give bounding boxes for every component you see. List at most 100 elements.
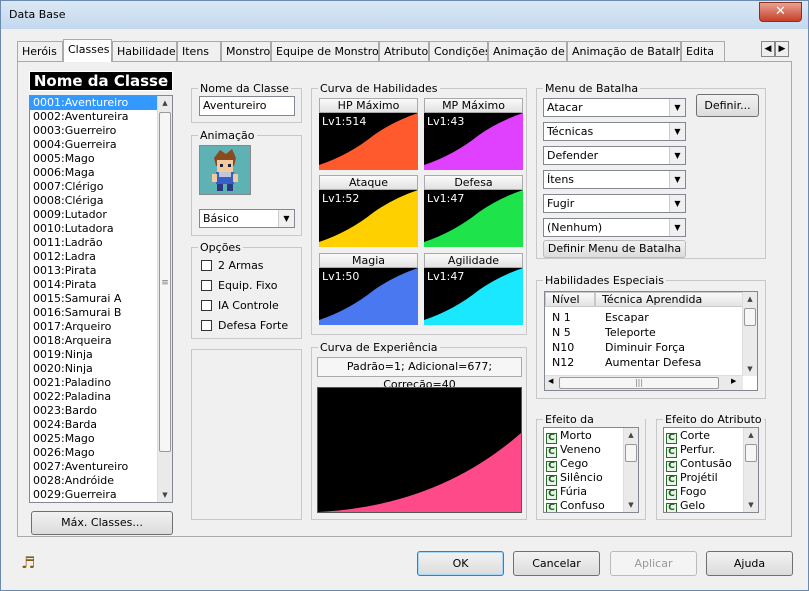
- option-checkbox-0[interactable]: 2 Armas: [201, 259, 264, 273]
- class-list-item[interactable]: 0021:Paladino: [30, 376, 172, 390]
- checkbox-box[interactable]: [201, 260, 212, 271]
- scroll-thumb[interactable]: [744, 308, 756, 326]
- tab-7[interactable]: Condições: [429, 41, 488, 61]
- chevron-down-icon[interactable]: ▼: [669, 219, 685, 236]
- option-checkbox-1[interactable]: Equip. Fixo: [201, 279, 277, 293]
- option-checkbox-3[interactable]: Defesa Forte: [201, 319, 288, 333]
- skill-curve-1[interactable]: MP Máximo Lv1:43: [424, 98, 523, 170]
- tab-4[interactable]: Monstros: [221, 41, 271, 61]
- skills-hscroll[interactable]: ◀ ||| ▶: [545, 375, 743, 390]
- tab-scroll-left-icon[interactable]: ◀: [761, 41, 775, 57]
- max-classes-button[interactable]: Máx. Classes...: [31, 511, 173, 535]
- exp-curve-graph[interactable]: [317, 387, 522, 513]
- class-list-item[interactable]: 0012:Ladra: [30, 250, 172, 264]
- chevron-down-icon[interactable]: ▼: [669, 147, 685, 164]
- battle-command-select-0[interactable]: Atacar ▼: [543, 98, 686, 117]
- music-icon[interactable]: ♬: [21, 553, 35, 572]
- condition-scrollbar[interactable]: ▲ ▼: [623, 428, 638, 512]
- class-list-item[interactable]: 0015:Samurai A: [30, 292, 172, 306]
- define-button[interactable]: Definir...: [696, 94, 759, 117]
- c-badge-icon[interactable]: C: [546, 503, 557, 512]
- character-sprite[interactable]: [199, 145, 251, 195]
- battle-command-select-4[interactable]: Fugir ▼: [543, 194, 686, 213]
- class-list-item[interactable]: 0007:Clérigo: [30, 180, 172, 194]
- skill-curve-5[interactable]: Agilidade Lv1:47: [424, 253, 523, 325]
- class-list-item[interactable]: 0013:Pirata: [30, 264, 172, 278]
- close-button[interactable]: ✕: [759, 2, 802, 22]
- scroll-thumb[interactable]: ≡: [159, 112, 171, 452]
- tab-6[interactable]: Atributos: [379, 41, 429, 61]
- class-list-item[interactable]: 0003:Guerreiro: [30, 124, 172, 138]
- tab-2[interactable]: Habilidades: [112, 41, 177, 61]
- scroll-up-icon[interactable]: ▲: [159, 96, 171, 110]
- scroll-thumb[interactable]: |||: [559, 377, 719, 389]
- class-list-item[interactable]: 0018:Arqueira: [30, 334, 172, 348]
- attribute-scrollbar[interactable]: ▲ ▼: [743, 428, 758, 512]
- scroll-down-icon[interactable]: ▼: [744, 362, 756, 376]
- battle-command-select-5[interactable]: (Nenhum) ▼: [543, 218, 686, 237]
- checkbox-box[interactable]: [201, 320, 212, 331]
- class-list-item[interactable]: 0009:Lutador: [30, 208, 172, 222]
- table-row[interactable]: N10 Diminuir Força: [545, 340, 743, 355]
- battle-command-select-2[interactable]: Defender ▼: [543, 146, 686, 165]
- class-list-item[interactable]: 0001:Aventureiro: [30, 96, 172, 110]
- cancel-button[interactable]: Cancelar: [513, 551, 600, 576]
- animation-select[interactable]: Básico ▼: [199, 209, 295, 228]
- scroll-right-icon[interactable]: ▶: [731, 377, 736, 385]
- class-list-item[interactable]: 0008:Clériga: [30, 194, 172, 208]
- class-list-item[interactable]: 0029:Guerreira: [30, 488, 172, 502]
- table-row[interactable]: N 1 Escapar: [545, 310, 743, 325]
- class-list-item[interactable]: 0020:Ninja: [30, 362, 172, 376]
- class-list-item[interactable]: 0014:Pirata: [30, 278, 172, 292]
- tab-scroll-right-icon[interactable]: ▶: [775, 41, 789, 57]
- exp-params[interactable]: Padrão=1; Adicional=677; Correção=40: [317, 357, 522, 391]
- class-list-item[interactable]: 0010:Lutadora: [30, 222, 172, 236]
- class-list-item[interactable]: 0006:Maga: [30, 166, 172, 180]
- scroll-down-icon[interactable]: ▼: [745, 498, 757, 512]
- table-row[interactable]: N 5 Teleporte: [545, 325, 743, 340]
- skills-vscroll[interactable]: ▲ ▼: [742, 292, 757, 376]
- class-list-item[interactable]: 0004:Guerreira: [30, 138, 172, 152]
- scroll-thumb[interactable]: [625, 444, 637, 462]
- class-list-item[interactable]: 0026:Mago: [30, 446, 172, 460]
- skill-curve-4[interactable]: Magia Lv1:50: [319, 253, 418, 325]
- scroll-up-icon[interactable]: ▲: [625, 428, 637, 442]
- class-list-item[interactable]: 0025:Mago: [30, 432, 172, 446]
- table-row[interactable]: N12 Aumentar Defesa: [545, 355, 743, 370]
- battle-command-select-1[interactable]: Técnicas ▼: [543, 122, 686, 141]
- chevron-down-icon[interactable]: ▼: [278, 210, 294, 227]
- c-badge-icon[interactable]: C: [666, 503, 677, 512]
- tab-10[interactable]: Edita: [681, 41, 725, 61]
- tab-0[interactable]: Heróis: [17, 41, 63, 61]
- class-list[interactable]: 0001:Aventureiro 0002:Aventureira 0003:Gue…: [29, 95, 173, 503]
- class-list-item[interactable]: 0017:Arqueiro: [30, 320, 172, 334]
- tab-5[interactable]: Equipe de Monstros: [271, 41, 379, 61]
- tab-3[interactable]: Itens: [177, 41, 221, 61]
- skill-curve-0[interactable]: HP Máximo Lv1:514: [319, 98, 418, 170]
- class-name-input[interactable]: Aventureiro: [199, 96, 295, 116]
- checkbox-box[interactable]: [201, 300, 212, 311]
- skill-curve-2[interactable]: Ataque Lv1:52: [319, 175, 418, 247]
- class-list-item[interactable]: 0016:Samurai B: [30, 306, 172, 320]
- attribute-effect-list[interactable]: C Corte C Perfur. C Contusão C Projétil C Fogo C Ge…: [663, 427, 759, 513]
- class-list-item[interactable]: 0002:Aventureira: [30, 110, 172, 124]
- class-list-scrollbar[interactable]: ▲ ≡ ▼: [157, 96, 172, 502]
- scroll-down-icon[interactable]: ▼: [159, 488, 171, 502]
- chevron-down-icon[interactable]: ▼: [669, 123, 685, 140]
- scroll-thumb[interactable]: [745, 444, 757, 462]
- skill-curve-3[interactable]: Defesa Lv1:47: [424, 175, 523, 247]
- class-list-item[interactable]: 0023:Bardo: [30, 404, 172, 418]
- class-list-item[interactable]: 0019:Ninja: [30, 348, 172, 362]
- chevron-down-icon[interactable]: ▼: [669, 99, 685, 116]
- battle-command-select-3[interactable]: Ítens ▼: [543, 170, 686, 189]
- class-list-item[interactable]: 0022:Paladina: [30, 390, 172, 404]
- tab-9[interactable]: Animação de Batalha 2: [567, 41, 681, 61]
- special-skills-table[interactable]: Nível Técnica Aprendida N 1 Escapar N 5 Tel…: [544, 291, 758, 391]
- scroll-up-icon[interactable]: ▲: [744, 292, 756, 306]
- scroll-left-icon[interactable]: ◀: [548, 377, 553, 385]
- chevron-down-icon[interactable]: ▼: [669, 195, 685, 212]
- class-list-item[interactable]: 0005:Mago: [30, 152, 172, 166]
- ok-button[interactable]: OK: [417, 551, 504, 576]
- option-checkbox-2[interactable]: IA Controle: [201, 299, 279, 313]
- class-list-item[interactable]: 0024:Barda: [30, 418, 172, 432]
